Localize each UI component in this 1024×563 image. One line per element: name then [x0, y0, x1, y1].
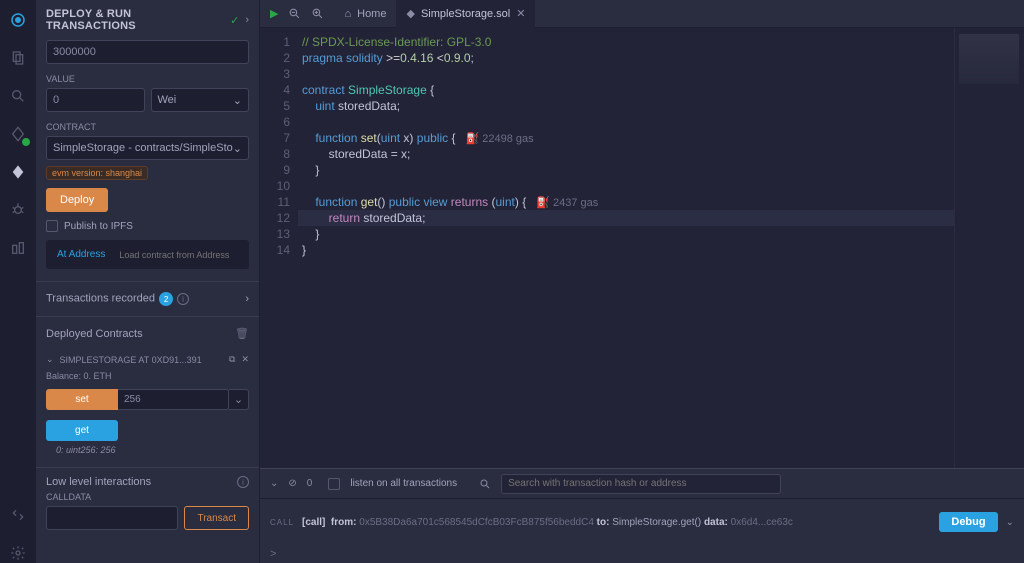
panel-title: DEPLOY & RUN TRANSACTIONS — [46, 8, 224, 32]
contract-select[interactable]: SimpleStorage - contracts/SimpleSto⌄ — [46, 136, 249, 160]
deployed-contracts-label: Deployed Contracts — [46, 328, 143, 340]
panel-header: DEPLOY & RUN TRANSACTIONS ✓ › — [36, 0, 259, 38]
code-editor[interactable]: 1234567891011121314 // SPDX-License-Iden… — [260, 28, 1024, 468]
contract-label: CONTRACT — [46, 122, 249, 132]
tab-home-label: Home — [357, 8, 386, 20]
main-area: ▶ ⌂ Home ◆ SimpleStorage.sol ✕ 123456789… — [260, 0, 1024, 563]
file-icon[interactable] — [8, 48, 28, 68]
at-address-input[interactable] — [119, 243, 246, 266]
deploy-panel: DEPLOY & RUN TRANSACTIONS ✓ › 3000000 VA… — [36, 0, 260, 563]
trash-icon[interactable]: 🗑 — [235, 327, 249, 340]
chevron-down-icon: ⌄ — [233, 142, 242, 155]
debug-button[interactable]: Debug — [939, 512, 997, 532]
low-level-header: Low level interactions i — [36, 467, 259, 492]
fn-get-button[interactable]: get — [46, 420, 118, 441]
copy-icon[interactable]: ⧉ — [229, 354, 235, 365]
calldata-input[interactable] — [46, 506, 178, 530]
transactions-recorded-section[interactable]: Transactions recorded 2i › — [36, 281, 259, 316]
chevron-down-icon[interactable]: ⌄ — [1006, 517, 1014, 528]
collapse-icon[interactable]: ⌄ — [270, 478, 278, 489]
play-icon[interactable]: ▶ — [270, 7, 278, 20]
listen-label: listen on all transactions — [350, 478, 457, 489]
pending-count: 0 — [307, 478, 313, 489]
tab-bar: ▶ ⌂ Home ◆ SimpleStorage.sol ✕ — [260, 0, 1024, 28]
log-text: [call] from: 0x5B38Da6a701c568545dCfcB03… — [302, 517, 931, 528]
compiler-icon[interactable] — [8, 124, 28, 144]
evm-version-badge: evm version: shanghai — [46, 166, 148, 180]
terminal: ⌄ ⊘ 0 listen on all transactions CALL [c… — [260, 468, 1024, 563]
fn-set-arg-input[interactable]: 256 — [118, 389, 229, 410]
low-level-label: Low level interactions — [46, 476, 151, 488]
value-unit-select[interactable]: Wei ⌄ — [151, 88, 250, 112]
at-address-button[interactable]: At Address — [49, 243, 113, 266]
check-icon: ✓ — [230, 14, 239, 27]
tx-recorded-label: Transactions recorded — [46, 293, 155, 305]
settings-icon[interactable] — [8, 543, 28, 563]
solidity-icon: ◆ — [406, 7, 414, 20]
close-icon[interactable]: ✕ — [516, 7, 525, 20]
iconbar — [0, 0, 36, 563]
checkbox-icon — [46, 220, 58, 232]
plugin-icon[interactable] — [8, 238, 28, 258]
debugger-icon[interactable] — [8, 200, 28, 220]
chevron-right-icon: › — [245, 293, 249, 305]
terminal-log-row[interactable]: CALL [call] from: 0x5B38Da6a701c568545dC… — [260, 499, 1024, 545]
zoom-out-icon[interactable] — [288, 7, 301, 20]
logo-icon[interactable] — [8, 10, 28, 30]
chevron-down-icon: ⌄ — [233, 94, 242, 107]
publish-ipfs-checkbox[interactable]: Publish to IPFS — [46, 220, 249, 232]
tab-file-label: SimpleStorage.sol — [421, 8, 510, 20]
tab-file[interactable]: ◆ SimpleStorage.sol ✕ — [396, 0, 535, 28]
search-icon[interactable] — [479, 478, 491, 490]
minimap[interactable] — [954, 28, 1024, 468]
value-unit-label: Wei — [158, 94, 177, 106]
close-icon[interactable]: ✕ — [241, 354, 249, 365]
instance-label: SIMPLESTORAGE AT 0XD91...391 — [60, 355, 223, 365]
info-icon[interactable]: i — [237, 476, 249, 488]
tab-home[interactable]: ⌂ Home — [334, 0, 396, 28]
search-icon[interactable] — [8, 86, 28, 106]
value-label: VALUE — [46, 74, 249, 84]
info-icon: i — [177, 293, 189, 305]
fn-set-button[interactable]: set — [46, 389, 118, 410]
terminal-search-input[interactable] — [501, 474, 781, 494]
deployed-contracts-header: Deployed Contracts 🗑 — [36, 316, 259, 350]
deploy-button[interactable]: Deploy — [46, 188, 108, 212]
clear-icon[interactable]: ⊘ — [288, 478, 296, 489]
expand-icon[interactable]: ⌄ — [229, 389, 249, 410]
chevron-right-icon[interactable]: › — [245, 14, 249, 26]
connect-icon[interactable] — [8, 505, 28, 525]
terminal-toolbar: ⌄ ⊘ 0 listen on all transactions — [260, 469, 1024, 499]
fn-get-return: 0: uint256: 256 — [36, 443, 259, 459]
log-type-tag: CALL — [270, 518, 294, 527]
contract-selected-label: SimpleStorage - contracts/SimpleSto — [53, 142, 233, 154]
transact-button[interactable]: Transact — [184, 506, 249, 530]
deploy-icon[interactable] — [8, 162, 28, 182]
tx-count-badge: 2 — [159, 292, 173, 306]
chevron-down-icon: ⌄ — [46, 354, 54, 365]
contract-instance-row[interactable]: ⌄ SIMPLESTORAGE AT 0XD91...391 ⧉ ✕ — [36, 350, 259, 369]
listen-checkbox[interactable] — [328, 478, 340, 490]
code-body[interactable]: // SPDX-License-Identifier: GPL-3.0pragm… — [298, 28, 954, 468]
value-amount-input[interactable]: 0 — [46, 88, 145, 112]
zoom-in-icon[interactable] — [311, 7, 324, 20]
gas-limit-input[interactable]: 3000000 — [46, 40, 249, 64]
calldata-label: CALLDATA — [36, 492, 259, 502]
line-gutter: 1234567891011121314 — [260, 28, 298, 468]
publish-ipfs-label: Publish to IPFS — [64, 221, 133, 232]
instance-balance: Balance: 0. ETH — [36, 369, 259, 387]
terminal-prompt[interactable]: > — [260, 545, 1024, 563]
home-icon: ⌂ — [344, 8, 351, 20]
